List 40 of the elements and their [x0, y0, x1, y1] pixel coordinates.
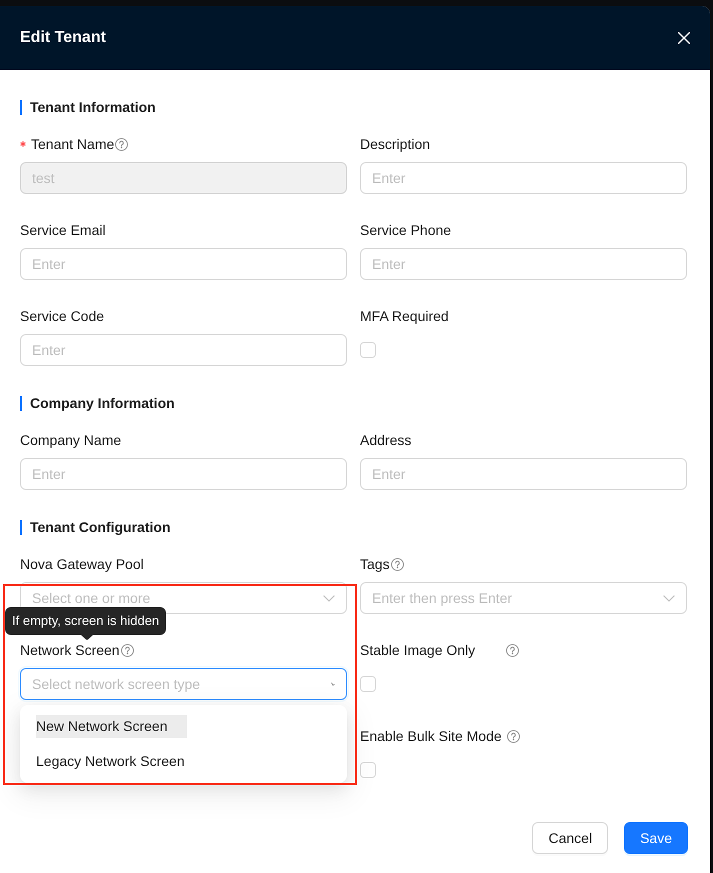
dialog-title: Edit Tenant	[20, 28, 106, 48]
checkbox[interactable]	[360, 342, 376, 358]
help-icon[interactable]	[506, 730, 520, 742]
input-field[interactable]: Enter	[360, 248, 687, 280]
field-label: Stable Image Only	[360, 642, 476, 658]
input-field[interactable]: Enter	[20, 248, 347, 280]
chevron-down-icon	[663, 594, 675, 602]
input-field[interactable]: Enter	[360, 458, 687, 490]
chevron-down-icon	[323, 594, 335, 602]
save-button[interactable]: Save	[624, 822, 688, 854]
field-label: Enable Bulk Site Mode	[360, 728, 502, 744]
dropdown-option[interactable]: Legacy Network Screen	[36, 750, 204, 773]
input-field[interactable]: Enter	[20, 334, 347, 366]
cancel-button[interactable]: Cancel	[532, 822, 608, 854]
dropdown-option[interactable]: New Network Screen	[36, 715, 186, 738]
help-icon[interactable]	[390, 558, 404, 570]
help-icon[interactable]	[120, 644, 134, 656]
field-label: Service Code	[20, 308, 104, 324]
field-label: Description	[360, 136, 430, 152]
field-label: Company Name	[20, 432, 122, 448]
section-heading: Tenant Information	[20, 100, 156, 115]
input-field[interactable]: Enter	[360, 162, 687, 194]
help-icon[interactable]	[506, 644, 519, 656]
section-heading: Company Information	[20, 396, 175, 411]
checkbox[interactable]	[360, 762, 376, 778]
input-field[interactable]: Enter	[20, 458, 347, 490]
field-label: Address	[360, 432, 412, 448]
field-label: Tenant Name	[31, 136, 114, 152]
close-icon[interactable]	[678, 32, 690, 44]
caret-icon	[331, 682, 335, 686]
section-heading: Tenant Configuration	[20, 520, 170, 535]
field-label: Network Screen	[20, 642, 120, 658]
field-label: Nova Gateway Pool	[20, 556, 144, 572]
checkbox[interactable]	[360, 676, 376, 692]
field-label: Tags	[360, 556, 390, 572]
field-label: Service Email	[20, 222, 106, 238]
tooltip: If empty, screen is hidden	[5, 607, 166, 635]
tooltip-arrow-icon	[81, 635, 93, 640]
field-label: MFA Required	[360, 308, 450, 324]
field-label: Service Phone	[360, 222, 452, 238]
